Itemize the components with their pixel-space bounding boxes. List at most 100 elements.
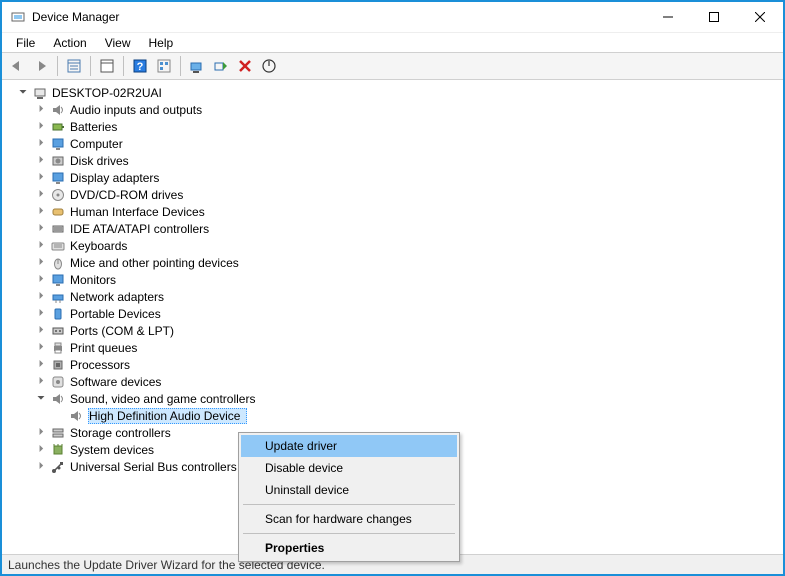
cpu-icon <box>50 357 66 373</box>
forward-button[interactable] <box>30 55 52 77</box>
tree-category-node[interactable]: ⏵Human Interface Devices <box>8 203 777 220</box>
chevron-right-icon[interactable]: ⏵ <box>34 307 48 321</box>
tree-category-node[interactable]: ⏵ Portable Devices <box>8 305 777 322</box>
tree-node-label: Network adapters <box>70 290 164 304</box>
chevron-down-icon[interactable]: ⏷ <box>16 86 30 100</box>
close-button[interactable] <box>737 2 783 32</box>
chevron-right-icon[interactable]: ⏵ <box>34 290 48 304</box>
optical-icon <box>50 187 66 203</box>
chevron-right-icon[interactable]: ⏵ <box>34 324 48 338</box>
window-title: Device Manager <box>32 10 645 24</box>
menu-action[interactable]: Action <box>45 34 94 52</box>
tree-category-node[interactable]: ⏵ Disk drives <box>8 152 777 169</box>
chevron-right-icon[interactable]: ⏵ <box>34 273 48 287</box>
storage-icon <box>50 425 66 441</box>
tree-node-label: System devices <box>70 443 154 457</box>
help-button[interactable]: ? <box>129 55 151 77</box>
context-menu-item-disable-device[interactable]: Disable device <box>241 457 457 479</box>
menu-file[interactable]: File <box>8 34 43 52</box>
chevron-right-icon[interactable]: ⏵ <box>34 188 48 202</box>
tree-category-node[interactable]: ⏷ Sound, video and game controllers <box>8 390 777 407</box>
chevron-right-icon[interactable]: ⏵ <box>34 375 48 389</box>
tree-category-node[interactable]: ⏵ Keyboards <box>8 237 777 254</box>
chevron-right-icon[interactable]: ⏵ <box>34 205 48 219</box>
chevron-right-icon[interactable]: ⏵ <box>34 341 48 355</box>
tree-node-label: Print queues <box>70 341 137 355</box>
tree-category-node[interactable]: ⏵ Print queues <box>8 339 777 356</box>
chevron-right-icon[interactable]: ⏵ <box>34 443 48 457</box>
tree-node-label: Keyboards <box>70 239 127 253</box>
tree-category-node[interactable]: ⏵ Network adapters <box>8 288 777 305</box>
chevron-right-icon[interactable]: ⏵ <box>34 358 48 372</box>
chevron-spacer <box>52 409 66 423</box>
chevron-right-icon[interactable]: ⏵ <box>34 426 48 440</box>
tree-node-label: Display adapters <box>70 171 159 185</box>
tree-node-label: Audio inputs and outputs <box>70 103 202 117</box>
tree-node-label: Batteries <box>70 120 117 134</box>
tree-category-node[interactable]: ⏵Processors <box>8 356 777 373</box>
monitor-icon <box>50 170 66 186</box>
scan-hardware-button[interactable] <box>210 55 232 77</box>
show-hide-tree-button[interactable] <box>63 55 85 77</box>
tree-node-label: Mice and other pointing devices <box>70 256 239 270</box>
usb-icon <box>50 459 66 475</box>
chevron-right-icon[interactable]: ⏵ <box>34 137 48 151</box>
app-icon <box>10 9 26 25</box>
chevron-right-icon[interactable]: ⏵ <box>34 239 48 253</box>
chevron-down-icon[interactable]: ⏷ <box>34 392 48 406</box>
tree-category-node[interactable]: ⏵ Display adapters <box>8 169 777 186</box>
context-menu-item-uninstall-device[interactable]: Uninstall device <box>241 479 457 501</box>
back-button[interactable] <box>6 55 28 77</box>
chevron-right-icon[interactable]: ⏵ <box>34 154 48 168</box>
tree-category-node[interactable]: ⏵Ports (COM & LPT) <box>8 322 777 339</box>
tree-node-label: Disk drives <box>70 154 129 168</box>
svg-text:?: ? <box>137 61 144 73</box>
tree-category-node[interactable]: ⏵ Mice and other pointing devices <box>8 254 777 271</box>
context-menu-item-scan-for-hardware-changes[interactable]: Scan for hardware changes <box>241 508 457 530</box>
disk-icon <box>50 153 66 169</box>
minimize-button[interactable] <box>645 2 691 32</box>
uninstall-button[interactable] <box>234 55 256 77</box>
tree-category-node[interactable]: ⏵ Audio inputs and outputs <box>8 101 777 118</box>
tree-node-label: Portable Devices <box>70 307 161 321</box>
monitor-icon <box>50 136 66 152</box>
disable-button[interactable] <box>258 55 280 77</box>
tree-node-label: Computer <box>70 137 123 151</box>
properties-button[interactable] <box>96 55 118 77</box>
chevron-right-icon[interactable]: ⏵ <box>34 460 48 474</box>
chevron-right-icon[interactable]: ⏵ <box>34 120 48 134</box>
chevron-right-icon[interactable]: ⏵ <box>34 256 48 270</box>
tree-node-label: High Definition Audio Device <box>88 408 247 424</box>
tree-node-label: Sound, video and game controllers <box>70 392 255 406</box>
tree-category-node[interactable]: ⏵ Computer <box>8 135 777 152</box>
chevron-right-icon[interactable]: ⏵ <box>34 103 48 117</box>
tree-device-node[interactable]: High Definition Audio Device <box>8 407 777 424</box>
ide-icon <box>50 221 66 237</box>
context-menu-item-update-driver[interactable]: Update driver <box>241 435 457 457</box>
tree-node-label: Storage controllers <box>70 426 171 440</box>
menu-view[interactable]: View <box>97 34 139 52</box>
tree-category-node[interactable]: ⏵IDE ATA/ATAPI controllers <box>8 220 777 237</box>
devices-by-type-button[interactable] <box>153 55 175 77</box>
update-driver-button[interactable] <box>186 55 208 77</box>
speaker-icon <box>50 391 66 407</box>
port-icon <box>50 323 66 339</box>
monitor-icon <box>50 272 66 288</box>
chevron-right-icon[interactable]: ⏵ <box>34 222 48 236</box>
chevron-right-icon[interactable]: ⏵ <box>34 171 48 185</box>
software-icon <box>50 374 66 390</box>
menu-help[interactable]: Help <box>141 34 182 52</box>
network-icon <box>50 289 66 305</box>
tree-category-node[interactable]: ⏵ Batteries <box>8 118 777 135</box>
tree-root-node[interactable]: ⏷DESKTOP-02R2UAI <box>8 84 777 101</box>
tree-node-label: Monitors <box>70 273 116 287</box>
maximize-button[interactable] <box>691 2 737 32</box>
portable-icon <box>50 306 66 322</box>
keyboard-icon <box>50 238 66 254</box>
context-menu-separator <box>243 533 455 534</box>
context-menu-item-properties[interactable]: Properties <box>241 537 457 559</box>
tree-category-node[interactable]: ⏵DVD/CD-ROM drives <box>8 186 777 203</box>
tree-node-label: Software devices <box>70 375 161 389</box>
tree-category-node[interactable]: ⏵ Monitors <box>8 271 777 288</box>
tree-category-node[interactable]: ⏵ Software devices <box>8 373 777 390</box>
